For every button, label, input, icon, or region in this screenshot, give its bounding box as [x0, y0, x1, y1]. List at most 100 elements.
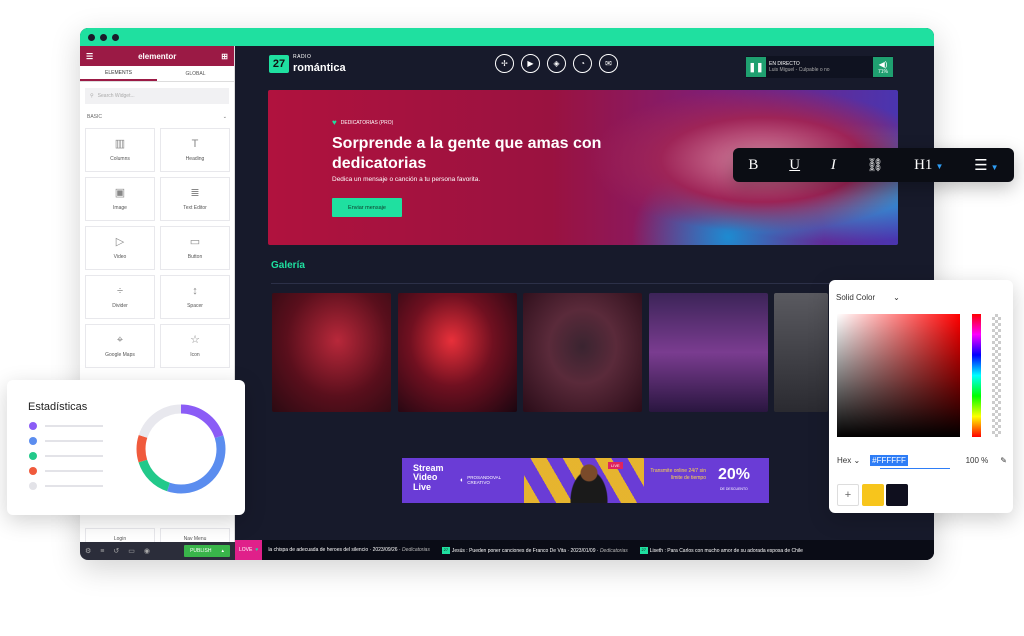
legend-line [45, 425, 103, 427]
spacer-icon: ↕ [192, 284, 198, 297]
volume-value: 71% [877, 68, 888, 75]
layers-icon[interactable]: ≡ [100, 548, 104, 555]
widget-heading[interactable]: T Heading [160, 128, 230, 172]
promo-banner[interactable]: Stream Video Live ◐ PROSANDOVAL CREATIVO … [402, 458, 769, 503]
text-editor-icon: ≣ [190, 186, 200, 199]
heart-icon: ♥ [332, 118, 337, 127]
hamburger-icon[interactable]: ☰ [86, 52, 93, 61]
pinwheel-icon[interactable]: ✢ [495, 54, 514, 73]
window-dot[interactable] [100, 33, 107, 41]
hero-title: Sorprende a la gente que amas con dedica… [332, 135, 602, 172]
hex-input[interactable]: #FFFFFF [870, 455, 908, 466]
player-song: Luis Miguel - Culpable o no [769, 67, 830, 73]
live-badge: LIVE [608, 462, 623, 469]
legend-dot [29, 452, 37, 460]
tab-elements[interactable]: ELEMENTS [80, 66, 157, 81]
banner-brand: ◐ PROSANDOVAL CREATIVO [460, 475, 517, 485]
widget-spacer[interactable]: ↕ Spacer [160, 275, 230, 319]
ticker-label: LOVE ♥ [235, 540, 263, 560]
site-logo[interactable]: 27 RADIO romántica [269, 55, 346, 74]
ticker-item[interactable]: 27 Liseth : Para Carlos con mucho amor de… [634, 546, 809, 554]
history-icon[interactable]: ↺ [113, 547, 119, 555]
window-dot[interactable] [88, 33, 95, 41]
speaker-icon: ◀) [878, 59, 888, 69]
gallery-photo-dj-red[interactable] [272, 293, 391, 412]
list-icon: ☰ [974, 155, 988, 174]
widget-columns[interactable]: ▥ Columns [85, 128, 155, 172]
eyedropper-icon[interactable]: ✎ [1000, 456, 1007, 465]
volume-button[interactable]: ◀) 71% [873, 57, 893, 77]
widget-divider[interactable]: ÷ Divider [85, 275, 155, 319]
tag-icon[interactable]: ◈ [547, 54, 566, 73]
tab-global[interactable]: GLOBAL [157, 66, 234, 81]
color-value-row: Hex ⌄ #FFFFFF 100 % ✎ [837, 455, 1007, 466]
gallery-photo-portrait[interactable] [523, 293, 642, 412]
preview-icon[interactable]: ◉ [144, 547, 150, 555]
link-icon[interactable]: ⛓ [867, 158, 884, 173]
grid-icon[interactable]: ⊞ [221, 52, 228, 61]
ticker-text: la chispa de adecuada de heroes del sile… [268, 547, 369, 553]
gallery-photo-podcast[interactable] [649, 293, 768, 412]
saturation-area[interactable] [837, 314, 960, 437]
brand-logo-icon: ◐ [460, 476, 465, 484]
hue-slider[interactable] [972, 314, 981, 437]
settings-icon[interactable]: ⚙ [85, 547, 91, 555]
ticker-cat: Dedicatorias [402, 547, 430, 553]
banner-copy: Transmite online 24/7 sin límite de tiem… [650, 468, 706, 481]
caret-up-icon[interactable]: ▴ [221, 548, 224, 554]
swatch-dark[interactable] [886, 484, 908, 506]
ticker-item[interactable]: la chispa de adecuada de heroes del sile… [262, 547, 436, 553]
statistics-title: Estadísticas [28, 401, 88, 413]
heading-dropdown[interactable]: H1 ▼ [914, 157, 943, 174]
logo-top: RADIO [293, 54, 312, 60]
widget-button[interactable]: ▭ Button [160, 226, 230, 270]
color-mode-dropdown[interactable]: Solid Color ⌄ [836, 293, 900, 302]
widget-image[interactable]: ▣ Image [85, 177, 155, 221]
editor-brand: elementor [138, 51, 177, 61]
widget-icon[interactable]: ☆ Icon [160, 324, 230, 368]
ticker-item[interactable]: 27 Jesús : Pueden poner canciones de Fran… [436, 546, 634, 554]
ticker-date: 2023/01/09 [570, 547, 596, 554]
banner-brand-label: PROSANDOVAL CREATIVO [467, 475, 501, 485]
window-dot[interactable] [112, 33, 119, 41]
divider-icon: ÷ [116, 284, 124, 297]
image-icon: ▣ [114, 186, 126, 199]
chevron-down-icon: ⌄ [222, 114, 227, 120]
pause-button[interactable]: ❚❚ [746, 57, 766, 77]
chevron-down-icon: ⌄ [893, 293, 900, 302]
underline-button[interactable]: U [789, 157, 800, 174]
bold-button[interactable]: B [748, 157, 758, 174]
alpha-slider[interactable] [992, 314, 1001, 437]
send-message-button[interactable]: Enviar mensaje [332, 198, 402, 217]
list-dropdown[interactable]: ☰ ▼ [974, 156, 998, 175]
responsive-icon[interactable]: ▭ [128, 547, 135, 555]
video-camera-icon[interactable]: ▶ [521, 54, 540, 73]
legend-line [45, 470, 103, 472]
format-toolbar: B U I ⛓ H1 ▼ ☰ ▼ [733, 148, 1014, 182]
swatch-yellow[interactable] [862, 484, 884, 506]
legend-dot [29, 467, 37, 475]
add-swatch-button[interactable]: + [837, 484, 859, 506]
opacity-value[interactable]: 100 % [966, 456, 989, 465]
format-dropdown[interactable]: Hex ⌄ [837, 456, 860, 465]
widget-search-input[interactable]: ⚲ Search Widget... [85, 88, 229, 104]
search-placeholder: Search Widget... [97, 93, 135, 99]
widget-text-editor[interactable]: ≣ Text Editor [160, 177, 230, 221]
mail-icon[interactable]: ✉ [599, 54, 618, 73]
legend-dot [29, 482, 37, 490]
chat-icon[interactable]: ◔ [573, 54, 592, 73]
gallery-photo-studio[interactable] [774, 293, 828, 412]
section-basic[interactable]: BASIC ⌄ [80, 110, 234, 124]
widget-label: Google Maps [105, 351, 135, 358]
gallery-photo-dj-smoke[interactable] [398, 293, 517, 412]
publish-button[interactable]: PUBLISH ▴ [184, 545, 230, 557]
widget-video[interactable]: ▷ Video [85, 226, 155, 270]
widget-google-maps[interactable]: ⌖ Google Maps [85, 324, 155, 368]
button-icon: ▭ [189, 235, 201, 248]
search-icon: ⚲ [90, 93, 94, 99]
publish-label: PUBLISH [190, 548, 212, 554]
widget-label: Button [187, 253, 203, 260]
ticker-text: Jesús : Pueden poner canciones de Franco… [451, 547, 566, 554]
italic-button[interactable]: I [831, 157, 836, 174]
caret-down-icon: ▼ [990, 162, 999, 172]
